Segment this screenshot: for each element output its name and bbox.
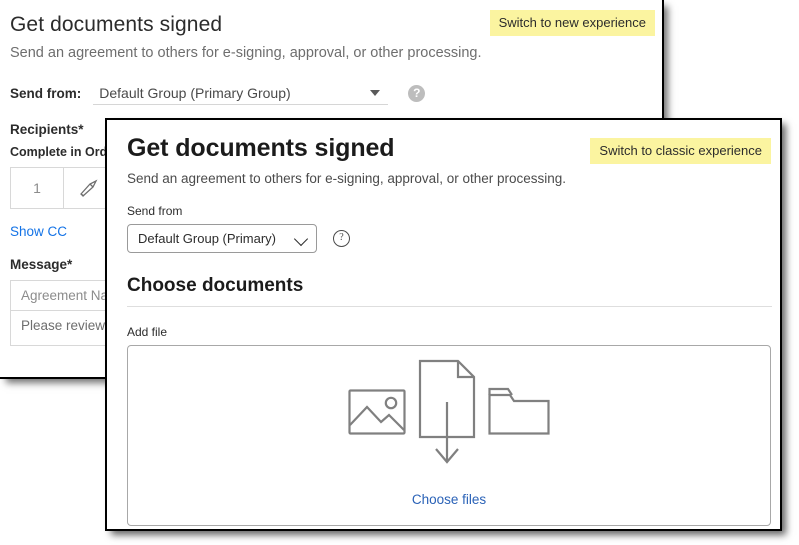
question-mark-circle-icon[interactable]: ? [333, 230, 350, 247]
modal-page-subtitle: Send an agreement to others for e-signin… [127, 171, 567, 186]
classic-send-from-row: Send from: Default Group (Primary Group)… [10, 80, 660, 106]
required-asterisk: * [67, 257, 73, 272]
choose-documents-heading: Choose documents [127, 275, 304, 296]
add-file-label: Add file [127, 325, 168, 339]
classic-page-subtitle: Send an agreement to others for e-signin… [10, 45, 482, 61]
dropzone-icon-group [128, 359, 770, 476]
image-picture-icon [348, 389, 406, 440]
chevron-down-icon [293, 231, 309, 247]
modal-send-from-select[interactable]: Default Group (Primary) [127, 224, 317, 253]
classic-recipient-index: 1 [11, 168, 64, 208]
question-mark-circle-icon[interactable]: ? [408, 84, 426, 102]
classic-send-from-value: Default Group (Primary Group) [99, 84, 291, 101]
choose-files-link[interactable]: Choose files [128, 492, 770, 507]
new-experience-panel: Get documents signed Send an agreement t… [105, 118, 782, 531]
modal-send-from-value: Default Group (Primary) [138, 231, 276, 246]
switch-to-classic-experience-button[interactable]: Switch to classic experience [590, 138, 771, 164]
new-experience-content: Get documents signed Send an agreement t… [107, 120, 780, 529]
modal-send-from-row: Default Group (Primary) ? [127, 224, 780, 253]
classic-send-from-select[interactable]: Default Group (Primary Group) [93, 81, 389, 105]
section-divider [127, 306, 772, 307]
classic-recipients-label: Recipients [10, 122, 79, 137]
required-asterisk: * [78, 122, 84, 137]
folder-icon [488, 385, 550, 440]
classic-send-from-label: Send from: [10, 85, 82, 101]
modal-send-from-label: Send from [127, 204, 183, 218]
classic-message-label: Message [10, 257, 68, 272]
classic-show-cc-link[interactable]: Show CC [10, 224, 67, 239]
caret-down-icon [370, 90, 381, 96]
switch-to-new-experience-button[interactable]: Switch to new experience [489, 10, 655, 36]
document-with-down-arrow-icon [412, 359, 482, 476]
file-dropzone[interactable]: Choose files [127, 345, 771, 526]
